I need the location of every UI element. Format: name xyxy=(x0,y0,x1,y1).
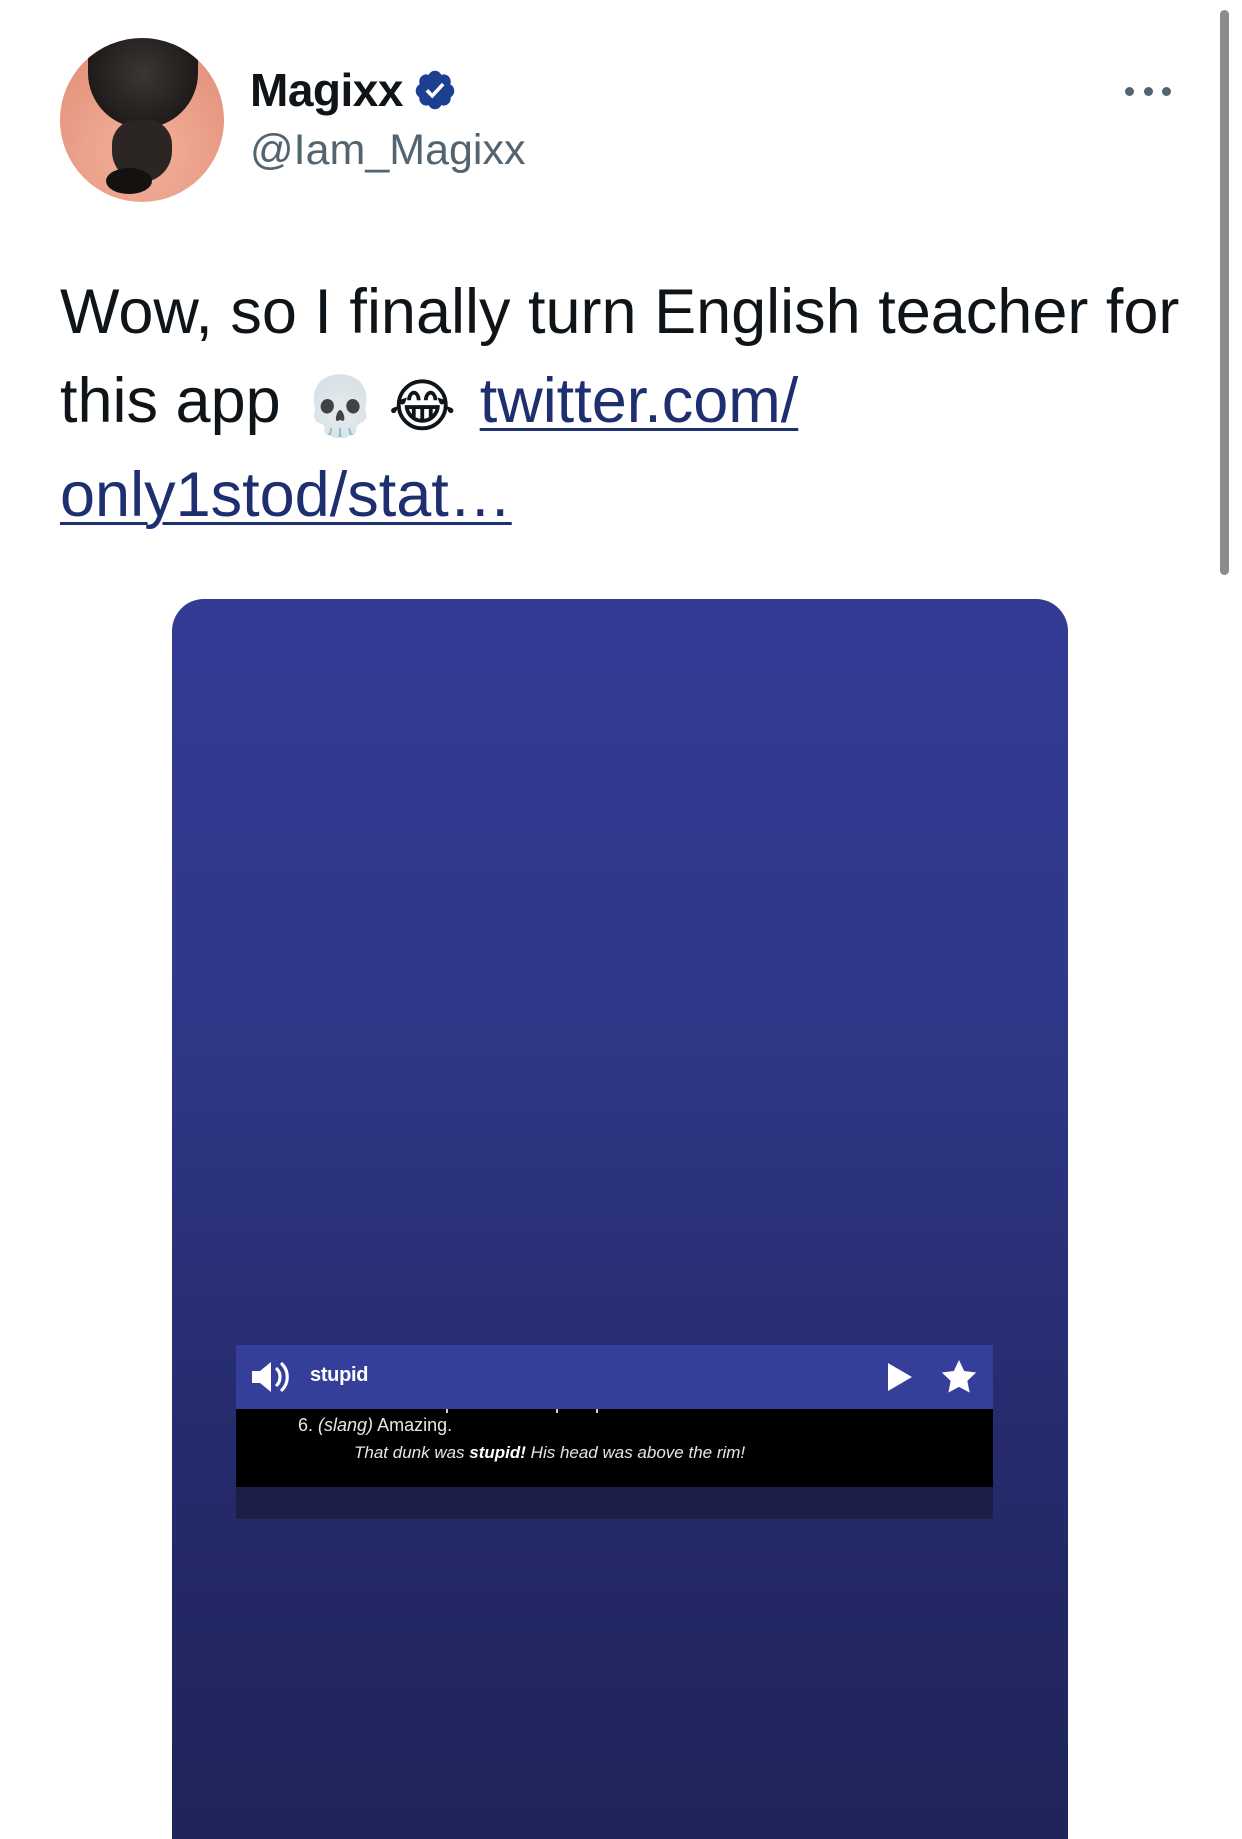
verified-badge-icon xyxy=(415,70,455,110)
scroll-ticks xyxy=(446,1409,746,1413)
tears-of-joy-emoji-icon: 😂 xyxy=(388,372,457,440)
avatar[interactable] xyxy=(60,38,224,202)
more-dot xyxy=(1143,86,1153,96)
scrollbar[interactable] xyxy=(1220,10,1229,575)
example-pre: That dunk was xyxy=(354,1443,470,1462)
dictionary-card-header: stupid xyxy=(236,1345,993,1409)
dictionary-word: stupid xyxy=(310,1364,369,1386)
dictionary-card-body: 6. (slang) Amazing. That dunk was stupid… xyxy=(236,1409,993,1487)
more-options-icon[interactable] xyxy=(1125,74,1171,108)
media-video[interactable]: stupid 6. (slang) Amazing. That dunk was… xyxy=(172,599,1068,1839)
tweet-text: Wow, so I finally turn English teacher f… xyxy=(60,268,1180,540)
definition-tag: (slang) xyxy=(318,1415,374,1435)
star-icon[interactable] xyxy=(938,1357,980,1397)
avatar-hair xyxy=(106,168,152,194)
play-icon[interactable] xyxy=(884,1359,914,1395)
author-handle[interactable]: @Iam_Magixx xyxy=(250,126,525,175)
example-post: His head was above the rim! xyxy=(525,1443,746,1462)
example-bold: stupid! xyxy=(469,1443,526,1462)
display-name[interactable]: Magixx xyxy=(250,63,403,117)
avatar-hood xyxy=(88,38,198,128)
definition-number: 6. xyxy=(298,1415,314,1435)
definition-line: 6. (slang) Amazing. xyxy=(298,1415,452,1436)
speaker-icon[interactable] xyxy=(250,1359,292,1395)
dictionary-card: stupid 6. (slang) Amazing. That dunk was… xyxy=(236,1345,993,1519)
tweet-link-part-2: only1stod/stat… xyxy=(60,460,512,530)
example-sentence: That dunk was stupid! His head was above… xyxy=(354,1443,745,1463)
definition-text: Amazing. xyxy=(377,1415,453,1435)
more-dot xyxy=(1162,86,1171,96)
tweet-link-part-1: twitter.com/ xyxy=(479,366,799,436)
more-dot xyxy=(1125,86,1134,96)
skull-emoji-icon: 💀 xyxy=(304,372,377,440)
author-name-row: Magixx xyxy=(250,62,457,118)
